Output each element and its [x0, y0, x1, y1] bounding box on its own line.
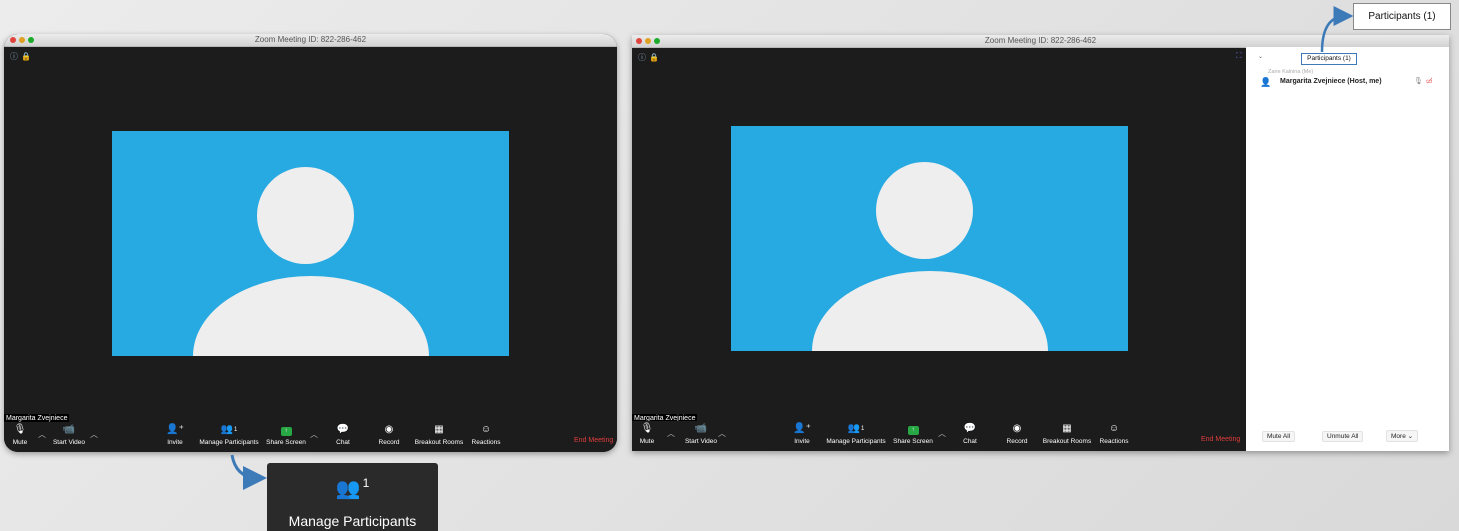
- participants-panel: ⌄ Participants (1) Zane Kalnina (Me) 👤 M…: [1246, 47, 1449, 451]
- breakout-rooms-button[interactable]: ▦ Breakout Rooms: [1042, 422, 1092, 445]
- share-options-caret[interactable]: ︿: [938, 428, 946, 439]
- share-options-caret[interactable]: ︿: [310, 429, 318, 440]
- record-icon: ◉: [1012, 423, 1022, 434]
- unmute-all-button[interactable]: Unmute All: [1322, 431, 1364, 442]
- info-icon[interactable]: ⓘ: [10, 52, 18, 61]
- reactions-button[interactable]: ☺ Reactions: [470, 423, 502, 446]
- participant-ghost-text: Zane Kalnina (Me): [1268, 69, 1314, 75]
- info-icon[interactable]: ⓘ: [638, 53, 646, 62]
- record-icon: ◉: [384, 424, 394, 435]
- lock-icon[interactable]: 🔒: [649, 53, 659, 62]
- reactions-icon: ☺: [1108, 423, 1120, 434]
- collapse-chevron-icon[interactable]: ⌄: [1258, 53, 1263, 60]
- video-tile: [112, 131, 509, 356]
- video-options-caret[interactable]: ︿: [718, 428, 726, 439]
- mute-button[interactable]: 🎙 Mute: [635, 422, 659, 445]
- reactions-button[interactable]: ☺ Reactions: [1098, 422, 1130, 445]
- manage-participants-button[interactable]: 👥1 Manage Participants: [198, 423, 260, 446]
- share-screen-icon: ↑: [266, 423, 306, 437]
- participants-callout: Participants (1): [1353, 3, 1451, 30]
- title-bar: Zoom Meeting ID: 822-286-462: [4, 34, 617, 47]
- chat-button[interactable]: 💬 Chat: [331, 423, 355, 446]
- avatar-head: [257, 167, 354, 264]
- participants-icon: 👥1: [220, 424, 238, 435]
- avatar-body: [812, 271, 1048, 351]
- fullscreen-icon[interactable]: ⛶: [1236, 51, 1242, 61]
- breakout-rooms-icon: ▦: [434, 424, 444, 435]
- manage-participants-button[interactable]: 👥1 Manage Participants: [825, 422, 887, 445]
- meeting-window-right: Zoom Meeting ID: 822-286-462 ⓘ 🔒 ⛶ Margar…: [632, 35, 1449, 451]
- top-icons: ⓘ 🔒: [10, 51, 31, 62]
- avatar-body: [193, 276, 429, 356]
- participants-icon: 👥1: [847, 423, 865, 434]
- window-title: Zoom Meeting ID: 822-286-462: [254, 35, 367, 44]
- record-button[interactable]: ◉ Record: [374, 423, 404, 446]
- window-title: Zoom Meeting ID: 822-286-462: [984, 36, 1097, 45]
- manage-participants-label: Manage Participants: [288, 513, 417, 529]
- top-icons: ⓘ 🔒: [638, 52, 659, 63]
- avatar-head: [876, 162, 973, 259]
- chat-icon: 💬: [963, 423, 977, 434]
- video-off-icon[interactable]: ▭̸: [1426, 77, 1433, 85]
- invite-icon: 👤⁺: [166, 424, 184, 435]
- invite-button[interactable]: 👤⁺ Invite: [790, 422, 814, 445]
- share-screen-button[interactable]: ↑ Share Screen: [266, 423, 306, 446]
- chat-button[interactable]: 💬 Chat: [958, 422, 982, 445]
- audio-options-caret[interactable]: ︿: [667, 428, 675, 439]
- mute-button[interactable]: 🎙 Mute: [8, 423, 32, 446]
- participants-header: Participants (1): [1301, 53, 1357, 65]
- more-button[interactable]: More ⌄: [1386, 430, 1419, 442]
- meeting-toolbar: 🎙 Mute ︿ 📹 Start Video ︿ 👤⁺ Invite 👥1 Manage…: [4, 422, 617, 452]
- participant-name: Margarita Zvejniece (Host, me): [1280, 78, 1382, 85]
- mic-icon[interactable]: 🎙: [1414, 77, 1423, 85]
- invite-icon: 👤⁺: [793, 423, 811, 434]
- breakout-rooms-button[interactable]: ▦ Breakout Rooms: [414, 423, 464, 446]
- end-meeting-button[interactable]: End Meeting: [1201, 436, 1240, 443]
- end-meeting-button[interactable]: End Meeting: [574, 437, 613, 444]
- invite-button[interactable]: 👤⁺ Invite: [163, 423, 187, 446]
- arrow-to-zoom-inset: [230, 454, 267, 490]
- video-tile: [731, 126, 1128, 351]
- share-screen-button[interactable]: ↑ Share Screen: [893, 422, 933, 445]
- video-options-caret[interactable]: ︿: [90, 429, 98, 440]
- manage-participants-zoom-inset: 👥 1 Manage Participants: [267, 463, 438, 531]
- mic-icon: 🎙: [640, 423, 654, 434]
- avatar-icon: 👤: [1260, 77, 1272, 87]
- mute-all-button[interactable]: Mute All: [1262, 431, 1296, 442]
- participant-row[interactable]: 👤 Margarita Zvejniece (Host, me) 🎙 ▭̸: [1260, 77, 1440, 89]
- reactions-icon: ☺: [480, 424, 492, 435]
- lock-icon[interactable]: 🔒: [21, 52, 31, 61]
- chat-icon: 💬: [336, 424, 350, 435]
- meeting-window-left: Zoom Meeting ID: 822-286-462 ⓘ 🔒 Margarit…: [4, 34, 617, 452]
- share-screen-icon: ↑: [893, 422, 933, 436]
- mic-icon: 🎙: [13, 424, 27, 435]
- start-video-button[interactable]: 📹 Start Video: [44, 423, 94, 446]
- participants-icon: 👥1: [335, 476, 370, 500]
- record-button[interactable]: ◉ Record: [1002, 422, 1032, 445]
- meeting-toolbar: 🎙 Mute ︿ 📹 Start Video ︿ 👤⁺ Invite 👥1 Manage…: [632, 421, 1246, 451]
- video-off-icon: 📹: [62, 424, 76, 435]
- breakout-rooms-icon: ▦: [1062, 423, 1072, 434]
